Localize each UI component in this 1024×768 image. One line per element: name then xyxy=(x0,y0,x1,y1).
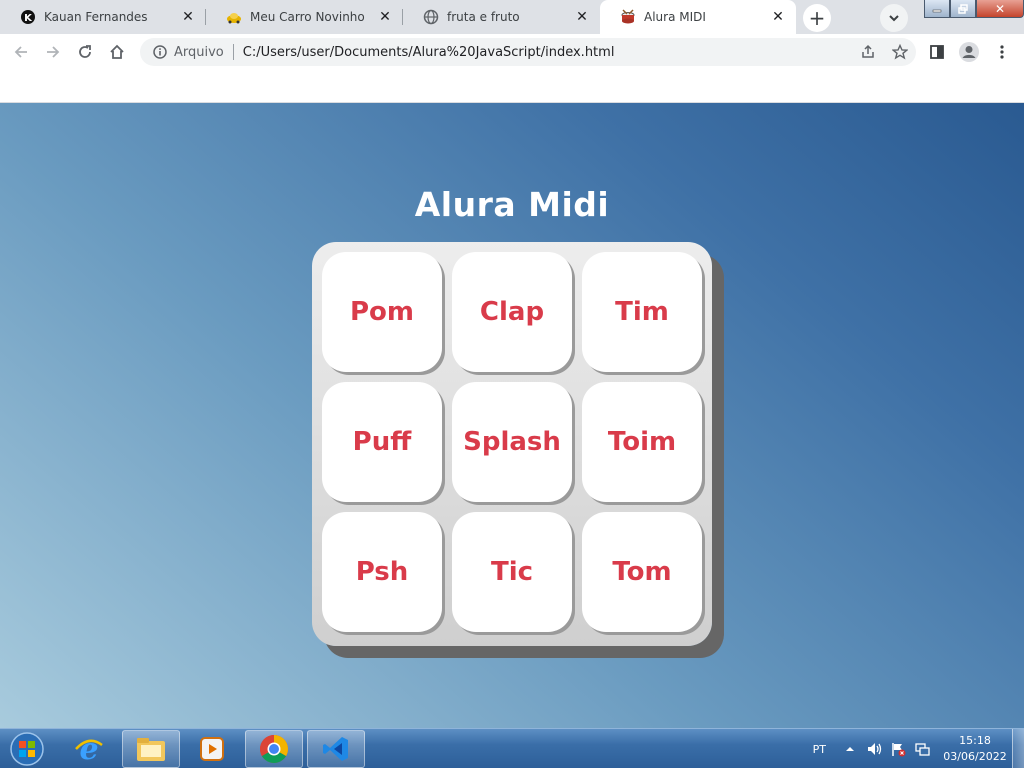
key-tim[interactable]: Tim xyxy=(582,252,702,372)
media-player-icon xyxy=(200,737,224,761)
reload-icon xyxy=(79,45,91,58)
taskbar-chrome[interactable] xyxy=(245,730,303,768)
avatar-icon xyxy=(959,42,979,62)
taskbar-internet-explorer[interactable]: e xyxy=(60,730,118,768)
key-psh[interactable]: Psh xyxy=(322,512,442,632)
tab-title: fruta e fruto xyxy=(447,10,520,24)
clock-time: 15:18 xyxy=(959,734,991,747)
car-icon xyxy=(226,9,242,25)
tab-meu-carro-novinho[interactable]: Meu Carro Novinho ✕ xyxy=(206,0,403,34)
kauan-k-icon: K xyxy=(20,9,36,25)
internet-explorer-icon: e xyxy=(75,733,103,765)
side-panel-icon xyxy=(930,45,944,59)
forward-button[interactable] xyxy=(39,38,67,66)
chevron-down-icon xyxy=(889,15,899,22)
network-icon[interactable] xyxy=(914,741,930,757)
kebab-menu-icon xyxy=(1000,45,1004,59)
back-button[interactable] xyxy=(7,38,35,66)
url-text[interactable]: C:/Users/user/Documents/Alura%20JavaScri… xyxy=(243,45,615,60)
bookmarks-area xyxy=(0,70,1024,103)
key-toim[interactable]: Toim xyxy=(582,382,702,502)
chrome-icon xyxy=(260,735,288,763)
window-controls: ✕ xyxy=(924,0,1024,20)
info-icon[interactable] xyxy=(152,44,168,60)
globe-icon xyxy=(423,9,439,25)
menu-button[interactable] xyxy=(988,38,1016,66)
key-splash[interactable]: Splash xyxy=(452,382,572,502)
svg-text:e: e xyxy=(79,733,98,765)
drum-icon xyxy=(620,9,636,25)
restore-icon xyxy=(958,3,968,14)
windows-logo-icon xyxy=(10,732,44,766)
action-center-flag-icon[interactable] xyxy=(890,741,906,757)
bookmark-star-icon[interactable] xyxy=(890,42,910,62)
close-tab-icon[interactable]: ✕ xyxy=(377,9,393,25)
protocol-label: Arquivo xyxy=(174,44,224,60)
file-explorer-icon xyxy=(137,738,165,761)
tab-alura-midi[interactable]: Alura MIDI ✕ xyxy=(600,0,796,34)
new-tab-button[interactable]: + xyxy=(803,4,831,32)
tab-kauan-fernandes[interactable]: K Kauan Fernandes ✕ xyxy=(0,0,206,34)
clock[interactable]: 15:18 03/06/2022 xyxy=(938,733,1012,765)
restore-button[interactable] xyxy=(950,0,976,18)
show-hidden-icons-icon[interactable] xyxy=(842,741,858,757)
key-puff[interactable]: Puff xyxy=(322,382,442,502)
volume-icon[interactable] xyxy=(866,741,882,757)
clock-date: 03/06/2022 xyxy=(943,750,1007,763)
address-bar[interactable]: Arquivo C:/Users/user/Documents/Alura%20… xyxy=(140,38,916,66)
close-tab-icon[interactable]: ✕ xyxy=(180,9,196,25)
close-icon: ✕ xyxy=(994,1,1006,16)
arrow-left-icon xyxy=(14,46,27,58)
tab-title: Kauan Fernandes xyxy=(44,10,148,24)
system-tray: PT 15:18 03/06/2022 xyxy=(813,729,1024,768)
home-button[interactable] xyxy=(103,38,131,66)
show-desktop-button[interactable] xyxy=(1012,729,1024,768)
key-clap[interactable]: Clap xyxy=(452,252,572,372)
key-pom[interactable]: Pom xyxy=(322,252,442,372)
tab-title: Alura MIDI xyxy=(644,10,706,24)
arrow-right-icon xyxy=(47,46,60,58)
page-content: Alura Midi Pom Clap Tim Puff Splash Toim… xyxy=(0,103,1024,728)
reload-button[interactable] xyxy=(71,38,99,66)
language-indicator[interactable]: PT xyxy=(813,743,826,756)
home-icon xyxy=(110,44,124,59)
browser-toolbar: Arquivo C:/Users/user/Documents/Alura%20… xyxy=(0,34,1024,70)
key-tic[interactable]: Tic xyxy=(452,512,572,632)
key-tom[interactable]: Tom xyxy=(582,512,702,632)
close-window-button[interactable]: ✕ xyxy=(976,0,1024,18)
taskbar-file-explorer[interactable] xyxy=(122,730,180,768)
midi-keyboard: Pom Clap Tim Puff Splash Toim Psh Tic To… xyxy=(312,242,712,646)
windows-taskbar: e PT 15:18 03/06/2022 xyxy=(0,728,1024,768)
profile-button[interactable] xyxy=(955,38,983,66)
tab-search-button[interactable] xyxy=(880,4,908,32)
svg-text:K: K xyxy=(24,13,33,24)
start-button[interactable] xyxy=(4,730,50,768)
share-icon[interactable] xyxy=(858,42,878,62)
page-title: Alura Midi xyxy=(414,185,610,224)
tab-strip: K Kauan Fernandes ✕ Meu Carro Novinho ✕ … xyxy=(0,0,1024,34)
side-panel-button[interactable] xyxy=(923,38,951,66)
tab-title: Meu Carro Novinho xyxy=(250,10,365,24)
tab-fruta-e-fruto[interactable]: fruta e fruto ✕ xyxy=(403,0,600,34)
taskbar-media-player[interactable] xyxy=(183,730,241,768)
minimize-button[interactable] xyxy=(924,0,950,18)
vscode-icon xyxy=(323,737,348,761)
minimize-icon xyxy=(932,9,942,12)
close-tab-icon[interactable]: ✕ xyxy=(574,9,590,25)
close-tab-icon[interactable]: ✕ xyxy=(770,9,786,25)
taskbar-vscode[interactable] xyxy=(307,730,365,768)
